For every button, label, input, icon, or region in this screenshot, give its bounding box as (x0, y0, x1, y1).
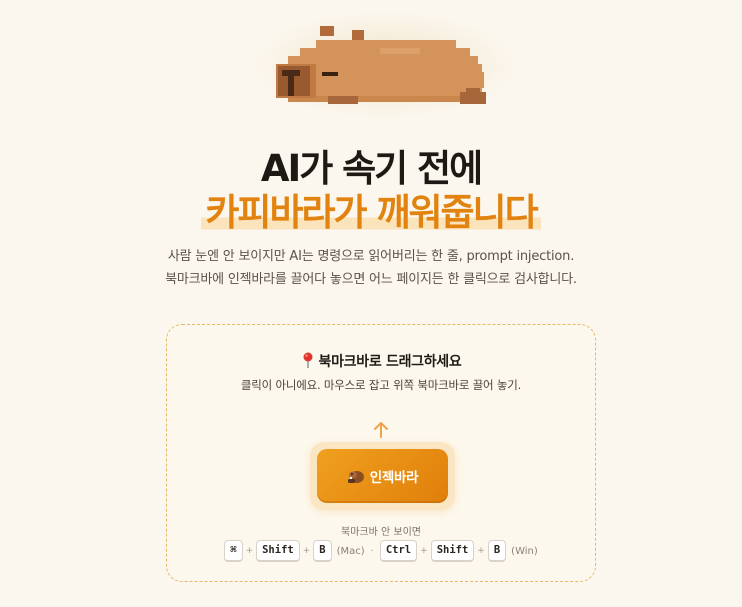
capybara-pixel-icon (276, 26, 486, 104)
hero-description-line2: 북마크바에 인젝바라를 끌어다 놓으면 어느 페이지든 한 클릭으로 검사합니다… (165, 272, 577, 287)
win-label: (Win) (511, 545, 538, 557)
pin-icon (303, 352, 313, 368)
install-card-subtitle: 클릭이 아니에요. 마우스로 잡고 위쪽 북마크바로 끌어 놓기. (240, 378, 522, 392)
mac-label: (Mac) (336, 545, 365, 557)
key-ctrl: Ctrl (379, 540, 418, 562)
hero-description-line1: 사람 눈엔 안 보이지만 AI는 명령으로 읽어버리는 한 줄, prompt … (167, 249, 575, 264)
key-b: B (313, 540, 332, 562)
arrow-up-icon (374, 422, 388, 438)
beaver-icon (347, 471, 364, 483)
key-shift: Shift (430, 540, 475, 562)
plus-sign: + (245, 546, 254, 556)
shortcut-caption: 북마크바 안 보이면 (341, 527, 421, 538)
key-cmd: ⌘ (224, 540, 243, 562)
shortcut-row: ⌘ + Shift + B (Mac) · Ctrl + Shift + B (… (167, 540, 595, 562)
hero-title-line2: 카피바라가 깨워줍니다 (0, 182, 742, 236)
separator-dot: · (370, 545, 374, 557)
key-shift: Shift (256, 540, 300, 562)
bookmarklet-button-frame: 인젝바라 (310, 442, 455, 510)
install-card-title-text: 북마크바로 드래그하세요 (318, 354, 462, 370)
bookmarklet-button[interactable]: 인젝바라 (317, 449, 448, 503)
install-card-title: 북마크바로 드래그하세요 (167, 351, 595, 371)
plus-sign: + (302, 546, 311, 556)
hero-title-highlight: 카피바라가 깨워줍니다 (201, 191, 541, 234)
bookmarklet-button-label: 인젝바라 (369, 470, 419, 486)
install-card: 북마크바로 드래그하세요 클릭이 아니에요. 마우스로 잡고 위쪽 북마크바로 … (166, 324, 596, 582)
key-b: B (487, 540, 507, 562)
plus-sign: + (477, 546, 485, 556)
plus-sign: + (420, 546, 428, 556)
